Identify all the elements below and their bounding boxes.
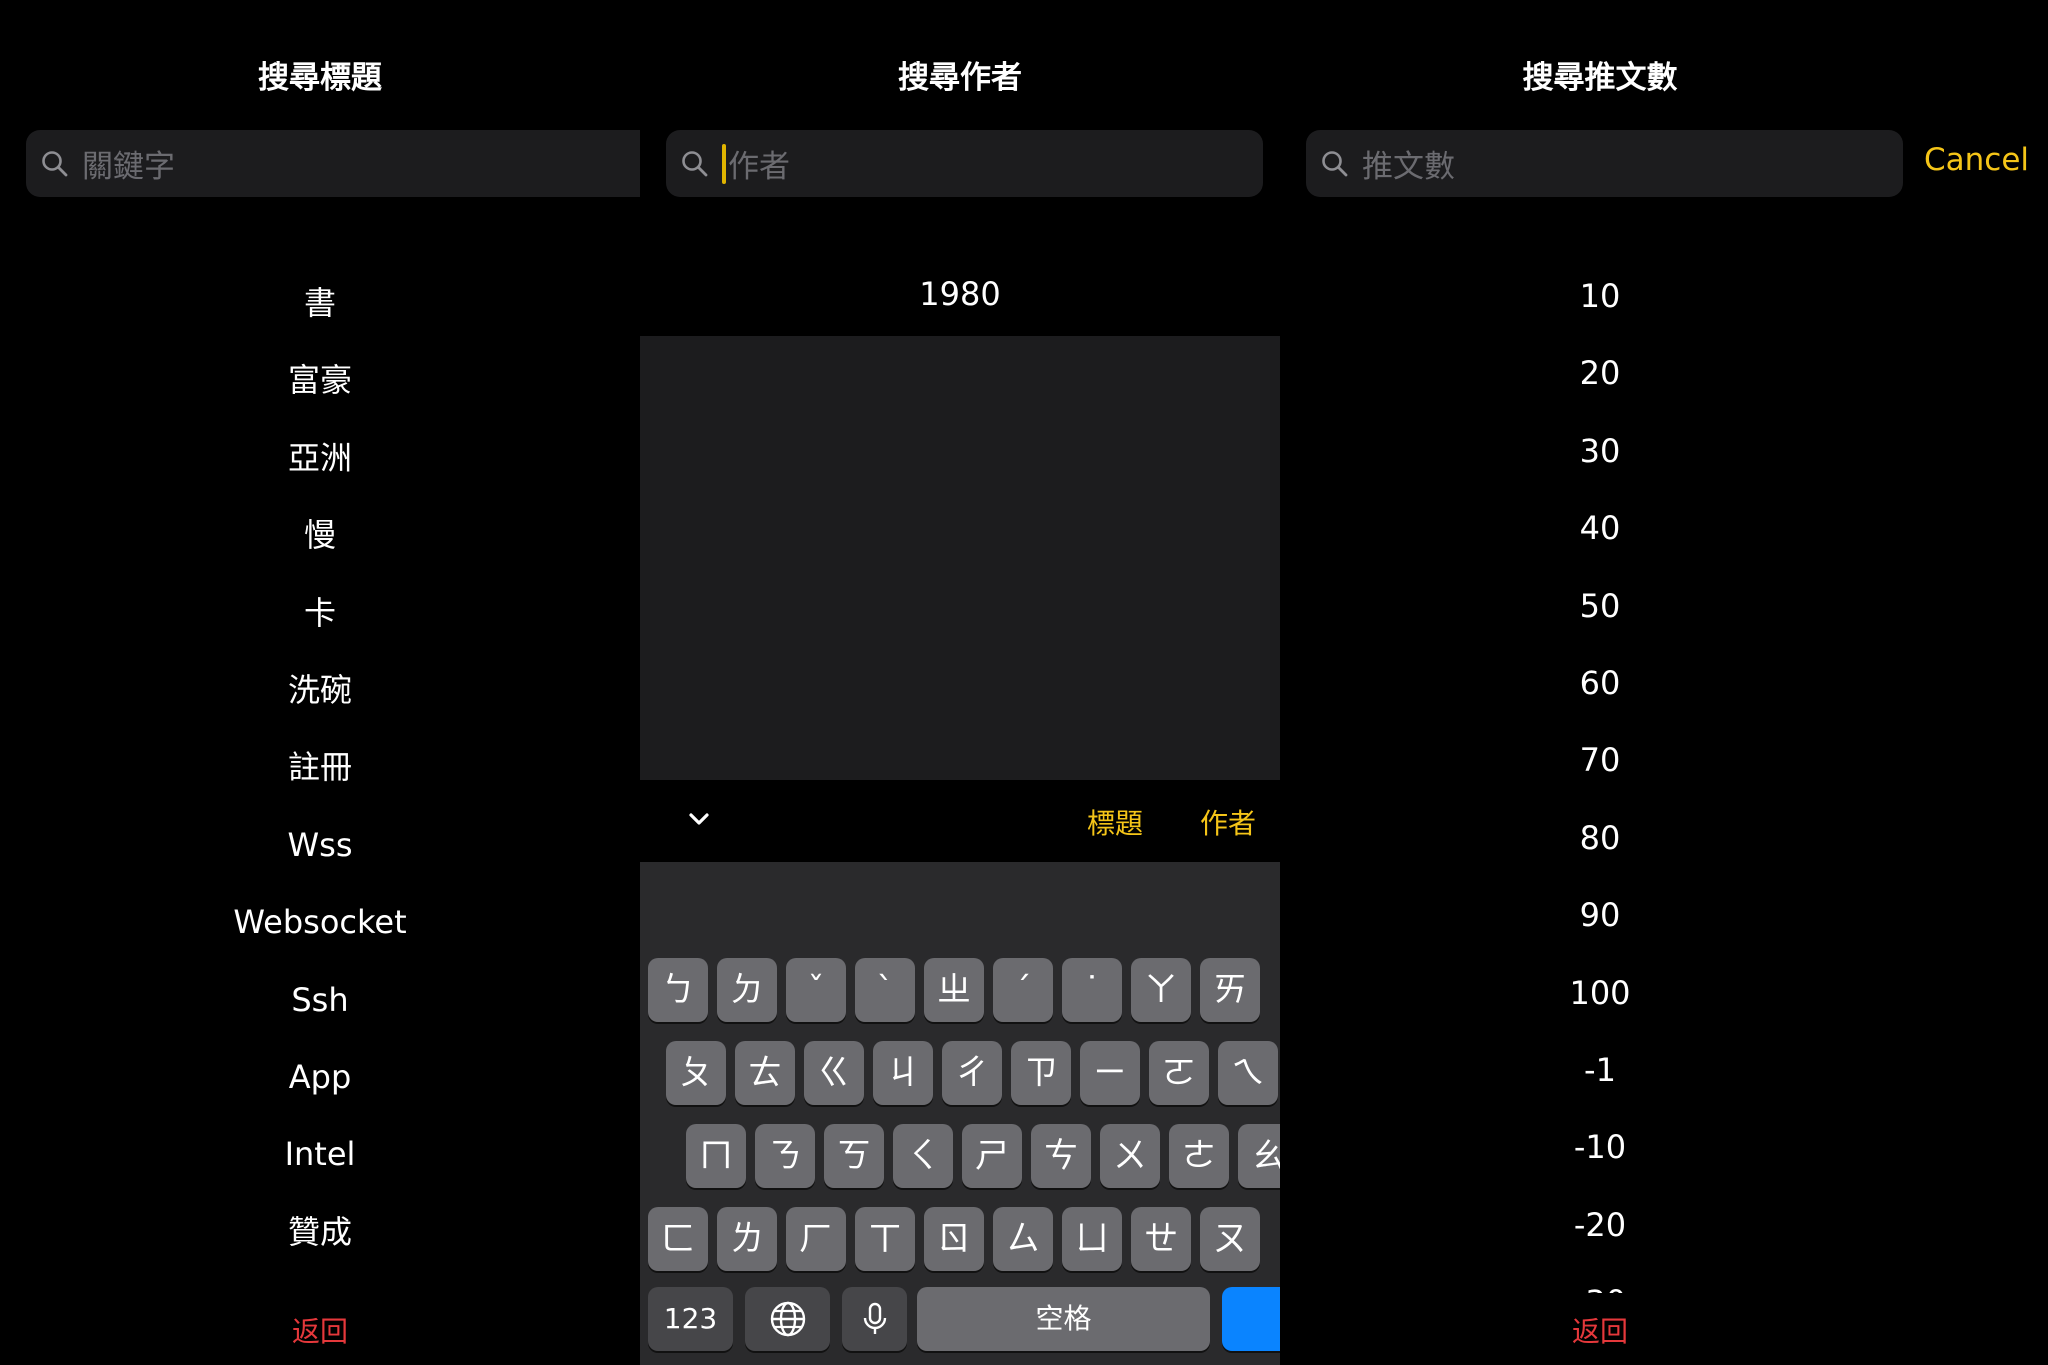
list-item[interactable]: 亞洲	[0, 420, 640, 497]
keyword-search-input[interactable]: 關鍵字	[26, 130, 640, 197]
scope-author-button[interactable]: 作者	[1200, 802, 1256, 842]
zhuyin-keyboard: ㄅㄉ ˇ ˋ ㄓ ˊ ˙ ㄚㄞ ㄆㄊㄍㄐㄔㄗㄧㄛㄟ ㄇㄋㄎㄑㄕㄘㄨㄜㄠ ㄈㄌㄏㄒㄖㄙㄩㄝㄡ …	[640, 862, 1280, 1365]
zhuyin-key[interactable]: ㄋ	[755, 1124, 815, 1188]
list-item[interactable]: Websocket	[0, 884, 640, 961]
count-list: 102030405060708090100-1-10-20-30	[1280, 258, 1920, 1293]
text-cursor	[722, 143, 726, 184]
page-title: 搜尋推文數	[1522, 60, 1678, 96]
list-item[interactable]: 洗碗	[0, 652, 640, 729]
search-placeholder: 推文數	[1362, 149, 1455, 185]
title-search-panel: 搜尋標題 關鍵字 書富豪 亞洲慢卡洗碗 註冊 Wss Websocket Ssh App In…	[0, 0, 640, 1365]
list-item[interactable]: -20	[1280, 1187, 1920, 1264]
zhuyin-key[interactable]: ㄍ	[804, 1041, 864, 1105]
zhuyin-key[interactable]: ˇ	[786, 958, 846, 1022]
zhuyin-key[interactable]: ㄓ	[924, 958, 984, 1022]
author-search-input[interactable]: 作者	[666, 130, 1263, 197]
list-item[interactable]: 富豪	[0, 342, 640, 419]
zhuyin-key[interactable]: ㄘ	[1031, 1124, 1091, 1188]
zhuyin-key[interactable]: ㄏ	[786, 1207, 846, 1271]
zhuyin-key[interactable]: ㄐ	[873, 1041, 933, 1105]
space-key[interactable]: 空格	[917, 1287, 1210, 1351]
search-placeholder: 關鍵字	[82, 149, 175, 185]
list-item[interactable]: 40	[1280, 490, 1920, 567]
results-area	[640, 336, 1280, 780]
list-item[interactable]: 20	[1280, 335, 1920, 412]
count-search-panel: 搜尋推文數 推文數 Cancel 10 20 30 40 50 60 70 80 90 100 -1…	[1280, 0, 2048, 1365]
list-item[interactable]: Ssh	[0, 962, 640, 1039]
list-item[interactable]: Intel	[0, 1116, 640, 1193]
author-result-item[interactable]: 1980	[640, 275, 1280, 313]
zhuyin-key[interactable]: ㄖ	[924, 1207, 984, 1271]
cancel-button[interactable]: Cancel	[1924, 142, 2029, 178]
search-placeholder: 作者	[728, 149, 790, 185]
list-item[interactable]: 90	[1280, 877, 1920, 954]
zhuyin-key[interactable]: ˙	[1062, 958, 1122, 1022]
globe-icon[interactable]	[745, 1287, 830, 1351]
zhuyin-key[interactable]: ˋ	[855, 958, 915, 1022]
list-item[interactable]: 30	[1280, 413, 1920, 490]
search-icon	[1320, 149, 1350, 179]
author-search-panel: 搜尋作者 作者 1980 標題 作者 ㄅㄉ ˇ ˋ ㄓ ˊ ˙ ㄚㄞ ㄆㄊㄍㄐㄔㄗㄧㄛㄟ ㄇ…	[640, 0, 1280, 1365]
zhuyin-key[interactable]: ˊ	[993, 958, 1053, 1022]
zhuyin-key[interactable]: ㄩ	[1062, 1207, 1122, 1271]
zhuyin-key[interactable]: ㄞ	[1200, 958, 1260, 1022]
zhuyin-key[interactable]: ㄆ	[666, 1041, 726, 1105]
zhuyin-key[interactable]: ㄒ	[855, 1207, 915, 1271]
list-item[interactable]: -30	[1280, 1264, 1920, 1293]
list-item[interactable]: 80	[1280, 800, 1920, 877]
list-item[interactable]: 註冊	[0, 729, 640, 806]
list-item[interactable]: 10	[1280, 258, 1920, 335]
zhuyin-key[interactable]: ㄎ	[824, 1124, 884, 1188]
zhuyin-key[interactable]: ㄟ	[1218, 1041, 1278, 1105]
search-icon	[680, 149, 710, 179]
back-button[interactable]: 返回	[0, 1310, 640, 1350]
list-item[interactable]: 書	[0, 265, 640, 342]
zhuyin-key[interactable]: ㄔ	[942, 1041, 1002, 1105]
zhuyin-key[interactable]: ㄇ	[686, 1124, 746, 1188]
scope-bar: 標題 作者	[640, 780, 1280, 862]
zhuyin-key[interactable]: ㄨ	[1100, 1124, 1160, 1188]
zhuyin-key[interactable]: ㄚ	[1131, 958, 1191, 1022]
zhuyin-key[interactable]: ㄛ	[1149, 1041, 1209, 1105]
zhuyin-key[interactable]: ㄊ	[735, 1041, 795, 1105]
microphone-icon[interactable]	[842, 1287, 907, 1351]
list-item[interactable]: 卡	[0, 575, 640, 652]
list-item[interactable]: -10	[1280, 1109, 1920, 1186]
zhuyin-key[interactable]: ㄠ	[1238, 1124, 1280, 1188]
zhuyin-key[interactable]: ㄕ	[962, 1124, 1022, 1188]
keyword-list: 書富豪 亞洲慢卡洗碗 註冊 Wss Websocket Ssh App Intel 贊成	[0, 265, 640, 1271]
zhuyin-key[interactable]: ㄧ	[1080, 1041, 1140, 1105]
list-item[interactable]: 慢	[0, 497, 640, 574]
scope-title-button[interactable]: 標題	[1087, 802, 1143, 842]
page-title: 搜尋作者	[898, 60, 1022, 96]
return-key[interactable]	[1222, 1287, 1280, 1351]
search-icon	[40, 149, 70, 179]
list-item[interactable]: 60	[1280, 645, 1920, 722]
page-title: 搜尋標題	[258, 60, 382, 96]
list-item[interactable]: Wss	[0, 807, 640, 884]
list-item[interactable]: 50	[1280, 568, 1920, 645]
back-button[interactable]: 返回	[1280, 1310, 1920, 1350]
zhuyin-key[interactable]: ㄗ	[1011, 1041, 1071, 1105]
count-search-input[interactable]: 推文數	[1306, 130, 1903, 197]
numbers-key[interactable]: 123	[648, 1287, 733, 1351]
list-item[interactable]: 70	[1280, 722, 1920, 799]
zhuyin-key[interactable]: ㄉ	[717, 958, 777, 1022]
zhuyin-key[interactable]: ㄙ	[993, 1207, 1053, 1271]
zhuyin-key[interactable]: ㄝ	[1131, 1207, 1191, 1271]
list-item[interactable]: App	[0, 1039, 640, 1116]
chevron-down-icon[interactable]	[685, 806, 713, 834]
list-item[interactable]: -1	[1280, 1032, 1920, 1109]
zhuyin-key[interactable]: ㄈ	[648, 1207, 708, 1271]
zhuyin-key[interactable]: ㄌ	[717, 1207, 777, 1271]
zhuyin-key[interactable]: ㄑ	[893, 1124, 953, 1188]
zhuyin-key[interactable]: ㄡ	[1200, 1207, 1260, 1271]
list-item[interactable]: 贊成	[0, 1194, 640, 1271]
zhuyin-key[interactable]: ㄅ	[648, 958, 708, 1022]
zhuyin-key[interactable]: ㄜ	[1169, 1124, 1229, 1188]
list-item[interactable]: 100	[1280, 955, 1920, 1032]
